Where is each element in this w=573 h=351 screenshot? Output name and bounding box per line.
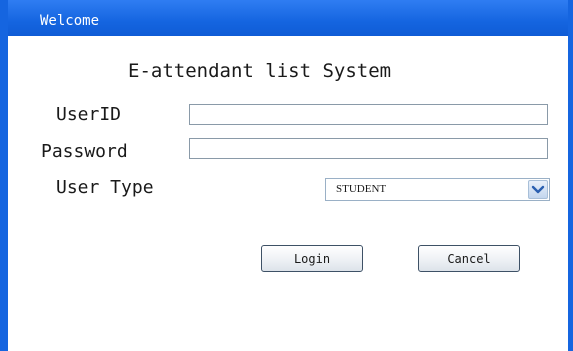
userid-input[interactable]: [189, 104, 548, 125]
login-window: Welcome E-attendant list System UserID P…: [0, 0, 573, 351]
window-title: Welcome: [40, 13, 100, 29]
cancel-button[interactable]: Cancel: [418, 245, 520, 272]
user-type-dropdown[interactable]: STUDENT: [325, 178, 550, 201]
chevron-down-icon[interactable]: [528, 180, 548, 199]
user-type-selected-value: STUDENT: [336, 183, 387, 195]
password-input[interactable]: [189, 138, 548, 159]
userid-label: UserID: [56, 104, 122, 125]
title-bar[interactable]: Welcome: [8, 0, 568, 36]
user-type-label: User Type: [56, 177, 154, 198]
password-label: Password: [41, 141, 128, 162]
login-button[interactable]: Login: [261, 245, 363, 272]
app-heading: E-attendant list System: [128, 60, 392, 82]
